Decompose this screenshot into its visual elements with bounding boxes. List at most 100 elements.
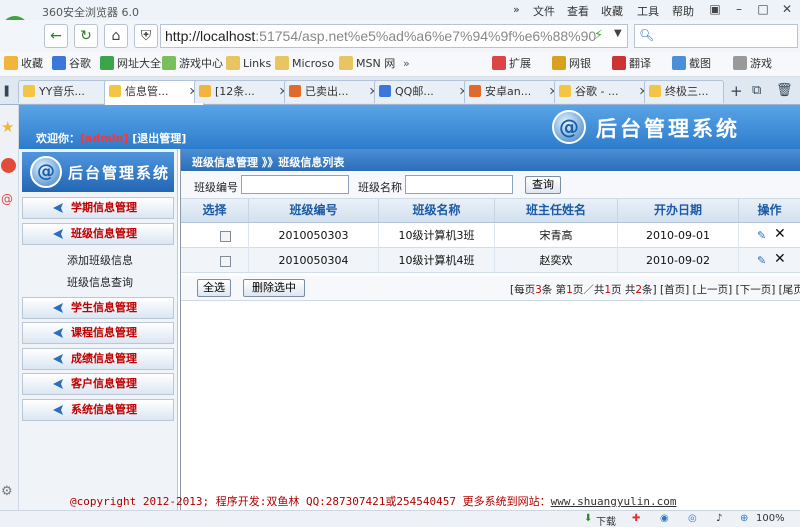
col-start-date: 开办日期 xyxy=(618,199,739,222)
toolbar-games[interactable]: 游戏 xyxy=(733,55,772,73)
prev-page-link[interactable]: [上一页] xyxy=(693,284,733,296)
toolbar-ebank[interactable]: 网银 xyxy=(552,55,591,73)
website-link[interactable]: www.shuangyulin.com xyxy=(551,495,677,508)
nav-item-student[interactable]: 学生信息管理 xyxy=(22,297,174,319)
last-page-link[interactable]: [尾页] xyxy=(779,284,800,296)
tab-scroll-left-icon[interactable]: ❚ xyxy=(2,84,11,97)
menu-tools[interactable]: 工具 xyxy=(637,3,659,19)
class-name-input[interactable] xyxy=(405,175,513,194)
qq-icon xyxy=(379,85,391,97)
toolbar-extensions[interactable]: 扩展 xyxy=(492,55,531,73)
tab-qq-mail[interactable]: QQ邮...✕ xyxy=(374,80,474,103)
search-icon: 🔍︎ xyxy=(639,28,655,42)
subnav-add-class[interactable]: 添加班级信息 xyxy=(22,251,174,271)
select-all-button[interactable]: 全选 xyxy=(197,279,231,297)
menu-arrows[interactable]: » xyxy=(513,3,520,16)
col-select: 选择 xyxy=(181,199,249,222)
tab-sold[interactable]: 已卖出...✕ xyxy=(284,80,384,103)
tab-ultimate[interactable]: 终极三... xyxy=(644,80,724,103)
fav-links[interactable]: Links xyxy=(226,55,271,73)
row-checkbox[interactable] xyxy=(220,256,231,267)
subnav-query-class[interactable]: 班级信息查询 xyxy=(22,273,174,293)
menu-view[interactable]: 查看 xyxy=(567,3,589,19)
cell-start-date: 2010-09-02 xyxy=(618,248,739,273)
delete-selected-button[interactable]: 删除选中 xyxy=(243,279,305,297)
class-no-input[interactable] xyxy=(241,175,349,194)
favorites-star-icon[interactable]: ★ xyxy=(1,118,14,136)
status-globe-icon[interactable]: ◎ xyxy=(688,513,697,524)
restore-tab-icon[interactable]: ⧉ xyxy=(752,83,761,98)
first-page-link[interactable]: [首页] xyxy=(660,284,689,296)
mail-icon[interactable]: @ xyxy=(1,192,13,206)
tab-yy-music[interactable]: YY音乐...✕ xyxy=(18,80,118,103)
fav-site-nav[interactable]: 网址大全 xyxy=(100,55,161,73)
edit-icon[interactable]: ✎ xyxy=(757,254,766,267)
fav-label: 谷歌 xyxy=(69,57,91,70)
pager-total-pages: 1 xyxy=(604,284,612,296)
menu-favorites[interactable]: 收藏 xyxy=(601,3,623,19)
nav-item-system[interactable]: 系统信息管理 xyxy=(22,399,174,421)
home-icon[interactable]: ⌂ xyxy=(104,24,128,48)
nav-item-course[interactable]: 课程信息管理 xyxy=(22,322,174,344)
toolbar-label: 截图 xyxy=(689,57,711,70)
logout-link[interactable]: [退出管理] xyxy=(132,132,186,145)
delete-icon[interactable]: ✕ xyxy=(774,226,786,242)
new-tab-icon[interactable]: + xyxy=(730,82,743,100)
zoom-level[interactable]: 100% xyxy=(756,513,785,524)
toolbar-translate[interactable]: 翻译 xyxy=(612,55,651,73)
header-brand: @ 后台管理系统 xyxy=(552,108,800,146)
weibo-icon[interactable] xyxy=(1,158,16,173)
fav-google[interactable]: 谷歌 xyxy=(52,55,91,73)
skin-icon[interactable]: ▣ xyxy=(704,0,726,18)
url-path: :51754/asp.net%e5%ad%a6%e7%94%9f%e6%88%9… xyxy=(255,28,597,44)
fav-microsoft[interactable]: Microso xyxy=(275,55,334,73)
download-icon[interactable]: ⬇ xyxy=(584,513,592,524)
refresh-icon[interactable]: ↻ xyxy=(74,24,98,48)
search-input[interactable]: 🔍︎ xyxy=(634,24,798,48)
trash-icon[interactable]: 🗑︎ xyxy=(776,83,793,98)
arrow-icon xyxy=(53,405,63,415)
close-window-icon[interactable]: ✕ xyxy=(776,0,798,18)
fav-collect[interactable]: 收藏 xyxy=(4,55,43,73)
tab-google[interactable]: 谷歌 - ...✕ xyxy=(554,80,654,103)
arrow-icon xyxy=(53,203,63,213)
delete-icon[interactable]: ✕ xyxy=(774,251,786,267)
nav-item-grade[interactable]: 成绩信息管理 xyxy=(22,348,174,370)
tab-label: 终极三... xyxy=(665,85,709,98)
menu-help[interactable]: 帮助 xyxy=(672,3,694,19)
maximize-icon[interactable]: □ xyxy=(752,0,774,18)
tab-12-items[interactable]: [12条...✕ xyxy=(194,80,294,103)
cell-class-no: 2010050303 xyxy=(249,223,379,248)
back-icon[interactable]: ← xyxy=(44,24,68,48)
screenshot-icon xyxy=(672,56,686,70)
lightning-icon[interactable]: ⚡ xyxy=(594,28,603,43)
welcome-text: 欢迎你：[admin] [退出管理] xyxy=(36,130,186,146)
fav-msn[interactable]: MSN 网 xyxy=(339,55,395,73)
nav-item-class[interactable]: 班级信息管理 xyxy=(22,223,174,245)
pager-text: 条] xyxy=(642,284,657,296)
query-button[interactable]: 查询 xyxy=(525,176,561,194)
toolbar-screenshot[interactable]: 截图 xyxy=(672,55,711,73)
volume-icon[interactable]: ♪ xyxy=(716,513,722,524)
tab-info-manage[interactable]: 信息管...✕ xyxy=(104,80,204,105)
url-dropdown-icon[interactable]: ▼ xyxy=(614,28,622,39)
nav-item-customer[interactable]: 客户信息管理 xyxy=(22,373,174,395)
security-shield-icon[interactable]: ⛨ xyxy=(134,24,158,48)
menu-file[interactable]: 文件 xyxy=(533,3,555,19)
page-icon xyxy=(109,85,121,97)
fav-more-icon[interactable]: » xyxy=(403,55,410,73)
zoom-icon[interactable]: ⊕ xyxy=(740,513,748,524)
nav-item-semester[interactable]: 学期信息管理 xyxy=(22,197,174,219)
tab-android[interactable]: 安卓an...✕ xyxy=(464,80,564,103)
next-page-link[interactable]: [下一页] xyxy=(736,284,776,296)
row-checkbox[interactable] xyxy=(220,231,231,242)
sidebar-settings-icon[interactable]: ⚙ xyxy=(1,484,13,499)
status-shield-icon[interactable]: ✚ xyxy=(632,513,640,524)
url-input[interactable]: http://localhost:51754/asp.net%e5%ad%a6%… xyxy=(160,24,628,48)
breadcrumb: 班级信息管理 》》班级信息列表 xyxy=(192,156,345,169)
minimize-icon[interactable]: – xyxy=(728,0,750,18)
status-browser-icon[interactable]: ◉ xyxy=(660,513,669,524)
edit-icon[interactable]: ✎ xyxy=(757,229,766,242)
fav-game-center[interactable]: 游戏中心 xyxy=(162,55,223,73)
pagination: [每页3条 第1页／共1页 共2条] [首页] [上一页] [下一页] [尾页] xyxy=(510,282,800,297)
